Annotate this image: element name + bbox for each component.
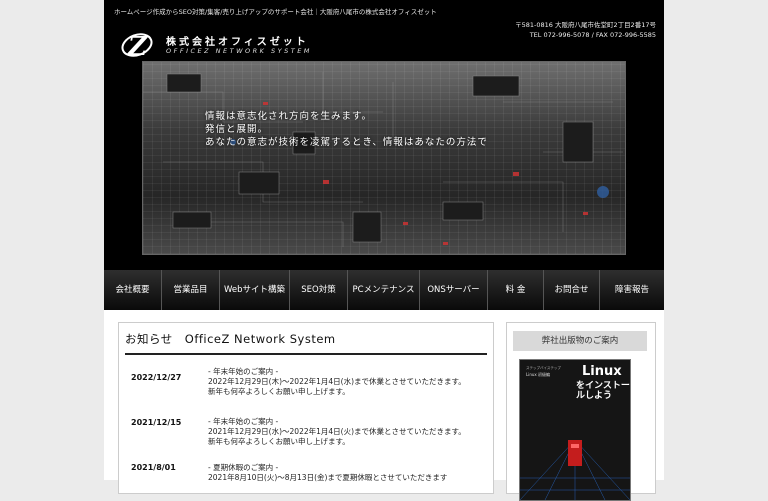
news-section: お知らせ OfficeZ Network System 2022/12/27 -… [118, 322, 494, 494]
hero-line: 発信と展開。 [205, 124, 269, 135]
company-address: 〒581-0816 大阪府八尾市佐堂町2丁目2番17号 [515, 21, 656, 29]
news-item: - 夏期休暇のご案内 - 2021年8月10日(火)～8月13日(金)まで夏期休… [208, 463, 470, 483]
news-item: - 年末年始のご案内 - 2022年12月29日(木)～2022年1月4日(水)… [208, 367, 470, 397]
logo-z-icon[interactable]: Z [120, 28, 154, 62]
hero-line: あなたの意志が技術を凌駕するとき、情報はあなたの方法で [205, 137, 488, 148]
nav-item-pricing[interactable]: 料 金 [488, 270, 544, 310]
nav-item-ons-server[interactable]: ONSサーバー [420, 270, 488, 310]
news-line: 新年も何卒よろしくお願い申し上げます。 [208, 387, 350, 396]
nav-item-report[interactable]: 障害報告 [600, 270, 664, 310]
company-contact: TEL 072-996-5078 / FAX 072-996-5585 [529, 31, 656, 39]
nav-item-contact[interactable]: お問合せ [544, 270, 600, 310]
news-line: 2022年12月29日(木)～2022年1月4日(水)まで休業とさせていただきま… [208, 377, 466, 386]
news-line: - 年末年始のご案内 - [208, 367, 279, 376]
site-tagline: ホームページ作成からSEO対策/集客/売り上げアップのサポート会社｜大阪府八尾市… [114, 8, 437, 16]
logo-letter: Z [127, 32, 148, 62]
nav-item-web[interactable]: Webサイト構築 [220, 270, 290, 310]
book-illustration [520, 439, 630, 500]
sidebar-heading: 弊社出版物のご案内 [513, 331, 647, 351]
nav-item-company[interactable]: 会社概要 [104, 270, 162, 310]
news-heading: お知らせ OfficeZ Network System [125, 331, 487, 355]
hero-line: 情報は意志化され方向を生みます。 [205, 111, 373, 122]
news-line: - 年末年始のご案内 - [208, 417, 279, 426]
news-line: 新年も何卒よろしくお願い申し上げます。 [208, 437, 350, 446]
news-date: 2021/12/15 [131, 418, 182, 427]
news-date: 2021/8/01 [131, 463, 176, 472]
hero-message: 情報は意志化され方向を生みます。 発信と展開。 あなたの意志が技術を凌駕するとき… [205, 110, 488, 149]
circuit-board-image [143, 72, 623, 247]
news-line: 2021年8月10日(火)～8月13日(金)まで夏期休暇とさせていただきます [208, 473, 448, 482]
nav-item-pc-maintenance[interactable]: PCメンテナンス [348, 270, 420, 310]
nav-item-products[interactable]: 営業品目 [162, 270, 220, 310]
news-item: - 年末年始のご案内 - 2021年12月29日(水)～2022年1月4日(火)… [208, 417, 470, 447]
hero-banner: 情報は意志化され方向を生みます。 発信と展開。 あなたの意志が技術を凌駕するとき… [142, 61, 626, 255]
page-container: ホームページ作成からSEO対策/集客/売り上げアップのサポート会社｜大阪府八尾市… [104, 0, 664, 501]
news-line: 2021年12月29日(水)～2022年1月4日(火)まで休業とさせていただきま… [208, 427, 466, 436]
nav-item-seo[interactable]: SEO対策 [290, 270, 348, 310]
company-address-block: 〒581-0816 大阪府八尾市佐堂町2丁目2番17号 TEL 072-996-… [515, 20, 656, 40]
main-nav: 会社概要 営業品目 Webサイト構築 SEO対策 PCメンテナンス ONSサーバ… [104, 270, 664, 310]
news-line: - 夏期休暇のご案内 - [208, 463, 279, 472]
sidebar: 弊社出版物のご案内 ステップバイステップ Linux 初級編 Linux をイン… [506, 322, 656, 501]
company-name[interactable]: 株式会社オフィスゼット [166, 33, 309, 48]
site-header: ホームページ作成からSEO対策/集客/売り上げアップのサポート会社｜大阪府八尾市… [104, 0, 664, 270]
company-name-en: OFFICEZ NETWORK SYSTEM [166, 47, 312, 55]
news-date: 2022/12/27 [131, 373, 182, 382]
